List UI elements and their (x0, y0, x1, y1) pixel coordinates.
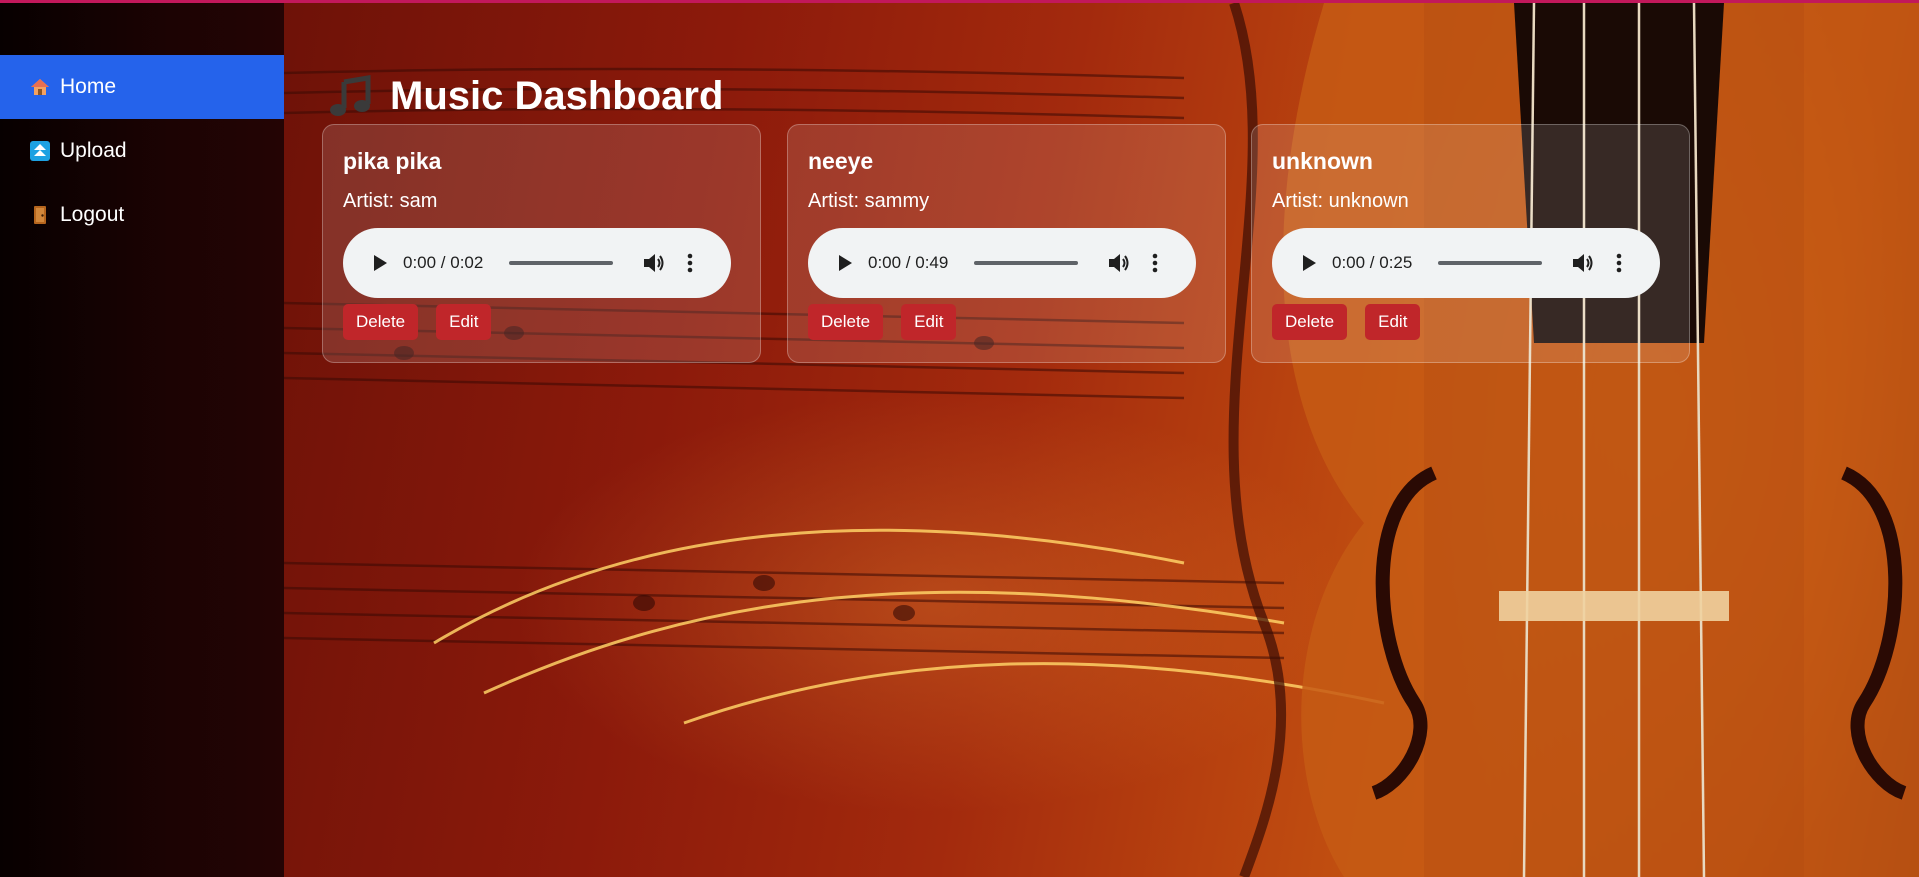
door-icon (30, 205, 50, 225)
song-title: neeye (808, 148, 874, 174)
audio-player: 0:00 / 0:25 (1272, 228, 1660, 298)
song-card: neeye Artist: sammy 0:00 / 0:49 Delete E… (787, 124, 1226, 363)
sidebar-item-upload[interactable]: Upload (0, 119, 284, 183)
top-border (0, 0, 1919, 3)
delete-button[interactable]: Delete (1272, 304, 1348, 340)
song-card: pika pika Artist: sam 0:00 / 0:02 Delete… (322, 124, 761, 363)
song-artist: Artist: unknown (1272, 190, 1409, 212)
edit-button[interactable]: Edit (1365, 304, 1421, 340)
volume-icon[interactable] (643, 251, 667, 275)
audio-time: 0:00 / 0:25 (1332, 253, 1413, 272)
sidebar-item-label: Upload (60, 139, 127, 162)
song-card: unknown Artist: unknown 0:00 / 0:25 Dele… (1251, 124, 1690, 363)
main-content: Music Dashboard pika pika Artist: sam 0:… (284, 3, 1919, 877)
audio-time: 0:00 / 0:02 (403, 253, 484, 272)
edit-button[interactable]: Edit (436, 304, 492, 340)
song-actions: Delete Edit (1272, 304, 1669, 340)
upload-icon (30, 141, 50, 161)
audio-player: 0:00 / 0:02 (343, 228, 731, 298)
audio-time: 0:00 / 0:49 (868, 253, 949, 272)
song-actions: Delete Edit (343, 304, 740, 340)
delete-button[interactable]: Delete (343, 304, 419, 340)
song-title: pika pika (343, 148, 442, 174)
song-actions: Delete Edit (808, 304, 1205, 340)
edit-button[interactable]: Edit (901, 304, 957, 340)
more-options-icon[interactable] (683, 251, 697, 275)
play-icon[interactable] (834, 252, 856, 274)
sidebar-item-label: Home (60, 75, 117, 98)
house-icon (30, 77, 50, 97)
play-icon[interactable] (1298, 252, 1320, 274)
sidebar-item-logout[interactable]: Logout (0, 183, 284, 247)
song-artist: Artist: sammy (808, 190, 930, 212)
more-options-icon[interactable] (1612, 251, 1626, 275)
page-title-text: Music Dashboard (390, 74, 724, 119)
sidebar-item-label: Logout (60, 203, 125, 226)
more-options-icon[interactable] (1148, 251, 1162, 275)
page-title: Music Dashboard (328, 74, 723, 120)
volume-icon[interactable] (1572, 251, 1596, 275)
volume-icon[interactable] (1108, 251, 1132, 275)
sidebar-nav: Home Upload Logout (0, 55, 284, 247)
audio-player: 0:00 / 0:49 (808, 228, 1196, 298)
delete-button[interactable]: Delete (808, 304, 884, 340)
sidebar-item-home[interactable]: Home (0, 55, 284, 119)
audio-seek-bar[interactable] (509, 261, 613, 265)
sidebar: Home Upload Logout (0, 0, 284, 877)
song-title: unknown (1272, 148, 1373, 174)
audio-seek-bar[interactable] (974, 261, 1078, 265)
music-note-icon (328, 74, 374, 120)
song-artist: Artist: sam (343, 190, 438, 212)
audio-seek-bar[interactable] (1438, 261, 1542, 265)
play-icon[interactable] (369, 252, 391, 274)
